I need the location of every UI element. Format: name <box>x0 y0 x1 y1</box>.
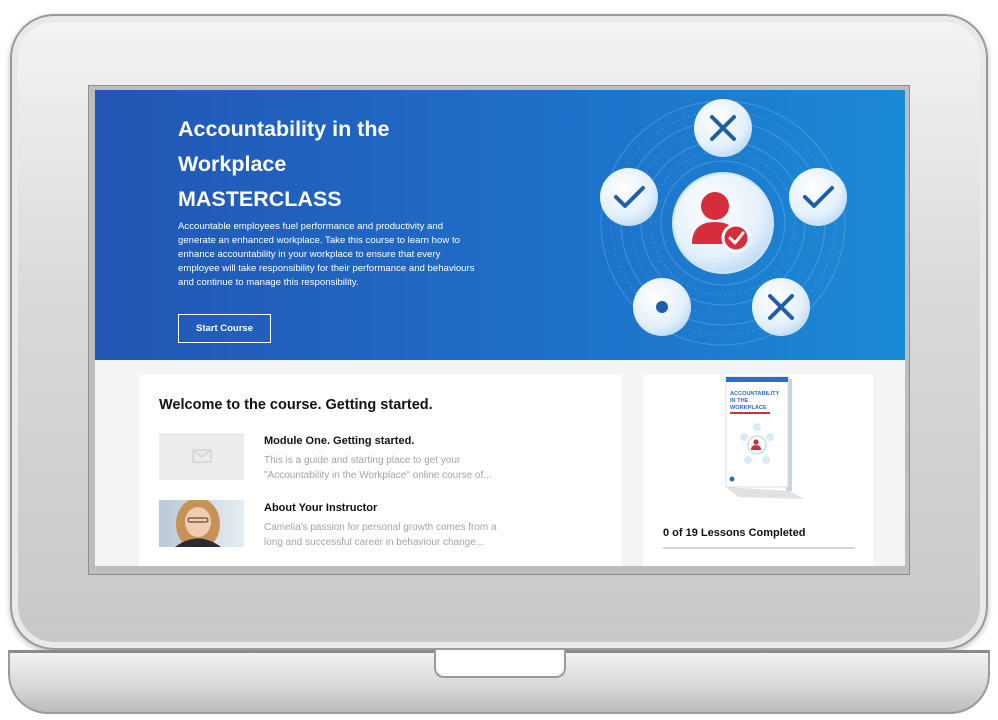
lesson-description-line: "Accountability in the Workplace" online… <box>264 470 492 481</box>
getting-started-card: Welcome to the course. Getting started. … <box>139 375 622 566</box>
lesson-title[interactable]: About Your Instructor <box>264 502 377 514</box>
lesson-description: This is a guide and starting place to ge… <box>264 453 534 483</box>
screen: Accountability in the Workplace MASTERCL… <box>95 90 905 566</box>
person-check-icon <box>672 172 774 274</box>
course-progress-card: ACCOUNTABILITY IN THE WORKPLACE 0 of 19 … <box>643 375 873 566</box>
book-title-line: ACCOUNTABILITY <box>730 391 780 397</box>
start-course-button[interactable]: Start Course <box>178 314 271 343</box>
lesson-description-line: Camelia's passion for personal growth co… <box>264 522 497 533</box>
lesson-item-module-one[interactable]: Module One. Getting started. This is a g… <box>159 433 599 483</box>
lesson-item-instructor[interactable]: About Your Instructor Camelia's passion … <box>159 498 599 550</box>
course-title-line-2: Workplace <box>178 152 287 176</box>
laptop-notch <box>434 650 566 678</box>
book-title-line: WORKPLACE <box>730 405 767 411</box>
progress-bar <box>663 547 855 549</box>
lesson-title[interactable]: Module One. Getting started. <box>264 435 414 447</box>
lessons-completed-count: 0 of 19 Lessons Completed <box>663 527 806 539</box>
x-icon <box>752 278 810 336</box>
check-icon <box>789 168 847 226</box>
check-icon <box>600 168 658 226</box>
welcome-heading: Welcome to the course. Getting started. <box>159 397 433 413</box>
course-title: Accountability in the Workplace MASTERCL… <box>178 112 508 217</box>
accountability-illustration <box>600 99 847 346</box>
lesson-description-line: long and successful career in behaviour … <box>264 537 485 548</box>
envelope-icon <box>192 449 212 463</box>
hero-banner: Accountability in the Workplace MASTERCL… <box>95 90 905 360</box>
course-title-line-1: Accountability in the <box>178 117 390 141</box>
circle-dot-icon <box>633 278 691 336</box>
lesson-description-line: This is a guide and starting place to ge… <box>264 455 461 466</box>
course-title-line-3: MASTERCLASS <box>178 187 342 211</box>
book-title-line: IN THE <box>730 398 749 404</box>
module-thumbnail <box>159 433 244 480</box>
course-description: Accountable employees fuel performance a… <box>178 221 475 288</box>
instructor-photo <box>159 498 244 550</box>
x-icon <box>694 99 752 157</box>
course-book-cover: ACCOUNTABILITY IN THE WORKPLACE <box>725 376 804 499</box>
lesson-description: Camelia's passion for personal growth co… <box>264 520 534 550</box>
